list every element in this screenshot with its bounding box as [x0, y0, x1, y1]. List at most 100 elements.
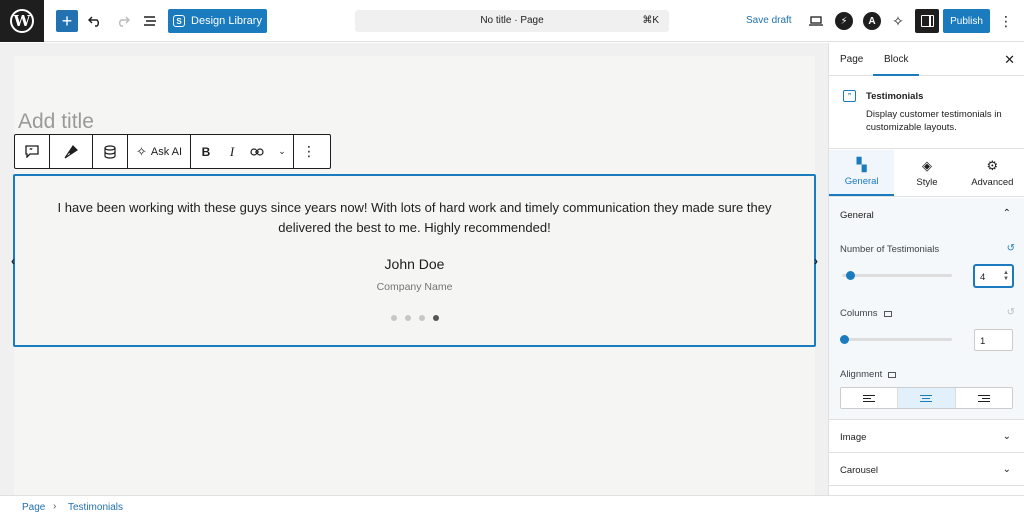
more-vertical-icon: ⋮	[302, 143, 316, 159]
block-card-description: Display customer testimonials in customi…	[866, 109, 1002, 133]
align-right-icon	[977, 394, 990, 402]
general-panel: Number of Testimonials ↺ 4 ▲ ▼ Columns ↺ …	[829, 232, 1024, 420]
testimonial-block-icon: ”	[25, 145, 39, 158]
paint-bucket-icon: ◈	[921, 157, 932, 173]
align-right-button[interactable]	[956, 388, 1012, 408]
spinner-icon[interactable]: ▲ ▼	[1003, 270, 1009, 282]
editor-canvas-area: Add title ” ✧ Ask AI B I ⌄ ⋮ ‹ › I have …	[0, 43, 828, 495]
testimonial-block-icon: ”	[843, 90, 856, 102]
desktop-icon[interactable]	[888, 371, 897, 378]
image-panel-toggle[interactable]: Image ⌄	[829, 420, 1024, 453]
more-rich-text-button[interactable]: ⌄	[271, 135, 293, 168]
reset-icon[interactable]: ↺	[1007, 243, 1015, 254]
breadcrumb-testimonials[interactable]: Testimonials	[68, 502, 123, 513]
general-panel-toggle[interactable]: General ⌃	[829, 198, 1024, 232]
document-title: No title · Page	[480, 15, 544, 26]
active-tab-indicator	[873, 74, 919, 76]
carousel-dot-active[interactable]	[432, 315, 439, 321]
carousel-next-arrow[interactable]: ›	[814, 254, 818, 268]
database-icon	[104, 144, 116, 159]
general-settings-icon: ▚	[856, 156, 867, 172]
breadcrumb-page[interactable]: Page	[22, 502, 45, 513]
tab-style[interactable]: ◈ Style	[894, 150, 959, 196]
bolt-plugin-button[interactable]: ⚡	[834, 11, 854, 31]
list-view-icon	[144, 16, 156, 26]
editor-canvas[interactable]: Add title ” ✧ Ask AI B I ⌄ ⋮ ‹ › I have …	[11, 56, 818, 495]
block-card-title: Testimonials	[866, 91, 924, 102]
more-vertical-icon: ⋮	[999, 12, 1013, 29]
testimonial-author[interactable]: John Doe	[15, 256, 814, 272]
bold-button[interactable]: B	[191, 135, 221, 168]
block-card: ” Testimonials Display customer testimon…	[829, 77, 1024, 149]
sparkle-icon: ✧	[135, 143, 147, 159]
image-panel-title: Image	[840, 432, 867, 443]
settings-sidebar: Page Block ✕ ” Testimonials Display cust…	[828, 43, 1024, 495]
command-palette-button[interactable]: No title · Page ⌘K	[355, 10, 669, 32]
link-button[interactable]	[243, 135, 271, 168]
link-icon	[250, 147, 264, 156]
spectra-icon: S	[173, 15, 186, 27]
italic-button[interactable]: I	[221, 135, 243, 168]
slider-thumb[interactable]	[846, 271, 855, 280]
preview-button[interactable]	[806, 11, 826, 31]
brush-icon	[64, 144, 78, 158]
astra-icon: A	[863, 12, 881, 30]
desktop-icon[interactable]	[883, 310, 892, 317]
dynamic-content-button[interactable]	[93, 135, 127, 168]
options-menu-button[interactable]: ⋮	[999, 11, 1013, 31]
redo-button[interactable]	[114, 10, 132, 32]
laptop-icon	[809, 16, 823, 26]
num-testimonials-label: Number of Testimonials	[840, 244, 940, 255]
ask-ai-button[interactable]: ✧ Ask AI	[128, 135, 190, 168]
wordpress-logo-button[interactable]: W	[0, 0, 44, 42]
tab-page[interactable]: Page	[840, 54, 863, 65]
alignment-label: Alignment	[840, 369, 897, 380]
add-block-button[interactable]: +	[56, 10, 78, 32]
testimonial-quote[interactable]: I have been working with these guys sinc…	[45, 198, 784, 238]
testimonial-company[interactable]: Company Name	[15, 281, 814, 293]
tab-style-label: Style	[916, 176, 938, 188]
slider-thumb[interactable]	[840, 335, 849, 344]
save-draft-button[interactable]: Save draft	[746, 15, 792, 26]
chevron-down-icon: ⌄	[1002, 464, 1011, 475]
tab-general[interactable]: ▚ General	[829, 150, 895, 196]
carousel-dot[interactable]	[404, 315, 411, 321]
columns-value: 1	[980, 336, 986, 347]
ai-assistant-button[interactable]: ✧	[888, 11, 908, 31]
settings-sidebar-toggle[interactable]	[915, 9, 939, 33]
ask-ai-label: Ask AI	[150, 145, 183, 158]
align-center-icon	[920, 394, 933, 402]
testimonials-block[interactable]: ‹ › I have been working with these guys …	[11, 174, 818, 347]
undo-icon	[88, 16, 99, 27]
block-type-button[interactable]: ”	[15, 135, 49, 168]
publish-button[interactable]: Publish	[943, 9, 990, 33]
carousel-panel-toggle[interactable]: Carousel ⌄	[829, 453, 1024, 486]
columns-slider[interactable]	[840, 335, 952, 344]
general-panel-title: General	[840, 210, 874, 221]
document-overview-button[interactable]	[141, 10, 159, 32]
astra-plugin-button[interactable]: A	[862, 11, 882, 31]
reset-icon[interactable]: ↺	[1007, 307, 1015, 318]
post-title-placeholder[interactable]: Add title	[18, 110, 94, 134]
carousel-dot[interactable]	[390, 315, 397, 321]
block-options-button[interactable]: ⋮	[294, 135, 324, 168]
tab-advanced[interactable]: ⚙ Advanced	[960, 150, 1024, 196]
columns-input[interactable]: 1	[974, 329, 1013, 351]
block-style-button[interactable]	[50, 135, 92, 168]
design-library-button[interactable]: S Design Library	[168, 9, 267, 33]
chevron-up-icon: ⌃	[1002, 208, 1011, 219]
close-icon: ✕	[1004, 52, 1015, 67]
align-left-button[interactable]	[841, 388, 899, 408]
align-center-button[interactable]	[898, 388, 956, 408]
carousel-dot[interactable]	[418, 315, 425, 321]
num-testimonials-input[interactable]: 4 ▲ ▼	[974, 265, 1013, 287]
align-left-icon	[863, 394, 876, 402]
carousel-panel-title: Carousel	[840, 465, 879, 476]
tab-advanced-label: Advanced	[971, 176, 1014, 188]
sparkle-icon: ✧	[892, 12, 904, 29]
tab-block[interactable]: Block	[884, 54, 908, 65]
undo-button[interactable]	[86, 10, 104, 32]
close-sidebar-button[interactable]: ✕	[1004, 52, 1015, 68]
num-testimonials-slider[interactable]	[842, 271, 952, 280]
chevron-right-icon: ›	[53, 501, 57, 512]
